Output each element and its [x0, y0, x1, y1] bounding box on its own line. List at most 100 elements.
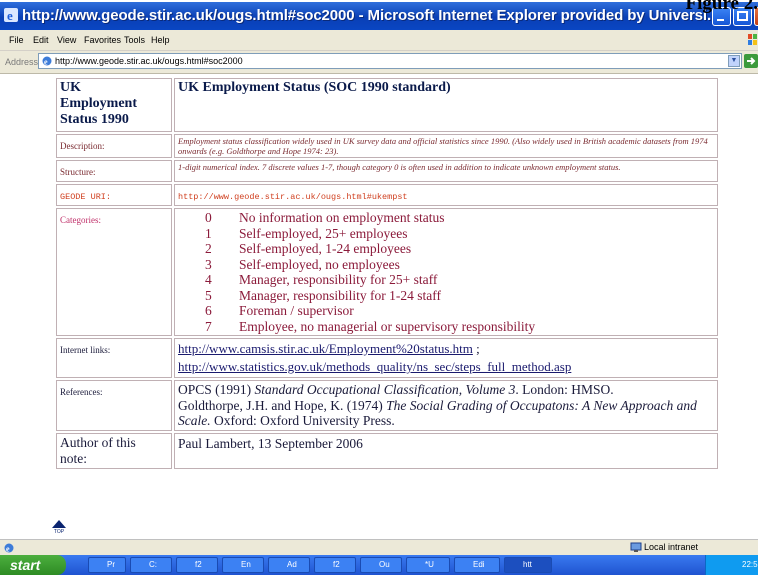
description-label: Description:	[60, 141, 105, 151]
structure-label-cell: Structure:	[56, 160, 172, 182]
category-label: No information on employment status	[239, 210, 445, 225]
address-dropdown[interactable]: ▼	[728, 55, 740, 67]
category-label: Employee, no managerial or supervisory r…	[239, 318, 536, 334]
menu-file[interactable]: File	[9, 35, 24, 45]
uri-label: GEODE URI:	[60, 192, 112, 202]
start-button[interactable]: start	[0, 555, 66, 575]
camsis-link[interactable]: http://www.camsis.stir.ac.uk/Employment%…	[178, 341, 473, 356]
address-bar: Address e http://www.geode.stir.ac.uk/ou…	[0, 51, 758, 74]
header-right-cell: UK Employment Status (SOC 1990 standard)	[174, 78, 718, 132]
category-label: Self-employed, 25+ employees	[239, 225, 408, 241]
table-row: Author of this note: Paul Lambert, 13 Se…	[56, 432, 718, 469]
category-row: 0 No information on employment status	[178, 210, 714, 226]
categories-cell: 0 No information on employment status 1 Se…	[174, 208, 718, 336]
category-row: 4 Manager, responsibility for 25+ staff	[178, 272, 714, 288]
category-label: Self-employed, no employees	[239, 256, 400, 272]
classification-table: UK Employment Status 1990 UK Employment …	[54, 76, 720, 471]
category-code: 7	[205, 318, 212, 334]
category-code: 5	[205, 287, 212, 303]
reference-author: Goldthorpe, J.H. and Hope, K. (1974)	[178, 397, 387, 413]
intranet-icon	[630, 542, 642, 552]
reference-title: Standard Occupational Classification, Vo…	[254, 382, 516, 397]
taskbar-item[interactable]: C:	[130, 557, 172, 573]
uri-cell: http://www.geode.stir.ac.uk/ougs.html#uk…	[174, 184, 718, 206]
references-cell: OPCS (1991) Standard Occupational Classi…	[174, 380, 718, 431]
category-code: 0	[205, 210, 212, 225]
svg-text:e: e	[6, 545, 10, 554]
reference-goldthorpe: Goldthorpe, J.H. and Hope, K. (1974) The…	[178, 398, 714, 429]
categories-label-cell: Categories:	[56, 208, 172, 336]
taskbar-item[interactable]: Ou	[360, 557, 402, 573]
window-title: http://www.geode.stir.ac.uk/ougs.html#so…	[22, 7, 712, 24]
structure-cell: 1-digit numerical index. 7 discrete valu…	[174, 160, 718, 182]
category-label: Manager, responsibility for 1-24 staff	[239, 287, 442, 303]
clock: 22:5	[742, 560, 758, 569]
menu-tools[interactable]: Tools	[124, 35, 145, 45]
taskbar-item[interactable]: Pr	[88, 557, 126, 573]
references-label-cell: References:	[56, 380, 172, 431]
figure-label: Figure 2.	[685, 0, 758, 14]
author-label: Author of this note:	[60, 434, 136, 466]
address-url: http://www.geode.stir.ac.uk/ougs.html#so…	[55, 56, 243, 66]
header-left: UK Employment Status 1990	[60, 80, 137, 127]
status-bar: e Local intranet	[0, 539, 758, 556]
links-label: Internet links:	[60, 345, 111, 355]
links-label-cell: Internet links:	[56, 338, 172, 378]
up-arrow-icon	[52, 520, 66, 528]
page-icon: e	[42, 56, 52, 66]
top-label: TOP	[53, 529, 65, 535]
category-row: 1 Self-employed, 25+ employees	[178, 226, 714, 242]
table-row: Internet links: http://www.camsis.stir.a…	[56, 338, 718, 378]
page-content[interactable]: UK Employment Status 1990 UK Employment …	[0, 74, 758, 555]
taskbar-item[interactable]: f2	[314, 557, 356, 573]
ons-link[interactable]: http://www.statistics.gov.uk/methods_qua…	[178, 359, 571, 374]
reference-publisher: . London: HMSO.	[515, 382, 614, 397]
table-row: Categories: 0 No information on employmen…	[56, 208, 718, 336]
description-label-cell: Description:	[56, 134, 172, 158]
references-label: References:	[60, 387, 103, 397]
page-status-icon: e	[4, 543, 14, 553]
category-label: Self-employed, 1-24 employees	[239, 241, 412, 256]
menu-favorites[interactable]: Favorites	[84, 35, 121, 45]
categories-label: Categories:	[60, 215, 101, 225]
menu-view[interactable]: View	[57, 35, 76, 45]
go-arrow-icon	[747, 57, 756, 65]
address-input[interactable]: e http://www.geode.stir.ac.uk/ougs.html#…	[38, 53, 742, 69]
link-separator: ;	[472, 341, 480, 356]
author-text: Paul Lambert, 13 September 2006	[178, 435, 363, 451]
structure-label: Structure:	[60, 167, 96, 177]
start-label: start	[10, 557, 41, 573]
category-code: 2	[205, 241, 212, 256]
windows-flag-icon	[748, 34, 757, 45]
taskbar-item[interactable]: Edi	[454, 557, 500, 573]
taskbar-item[interactable]: f2	[176, 557, 218, 573]
ie-icon: e	[4, 8, 18, 22]
author-label-cell: Author of this note:	[56, 432, 172, 469]
category-code: 6	[205, 303, 212, 318]
table-row: UK Employment Status 1990 UK Employment …	[56, 78, 718, 132]
category-code: 4	[205, 272, 212, 287]
header-left-cell: UK Employment Status 1990	[56, 78, 172, 132]
description-text: Employment status classification widely …	[178, 136, 708, 156]
taskbar-item[interactable]: Ad	[268, 557, 310, 573]
author-cell: Paul Lambert, 13 September 2006	[174, 432, 718, 469]
category-code: 1	[205, 225, 212, 241]
table-row: Structure: 1-digit numerical index. 7 di…	[56, 160, 718, 182]
uri-text: http://www.geode.stir.ac.uk/ougs.html#uk…	[178, 192, 408, 202]
taskbar-item-active[interactable]: htt	[504, 557, 552, 573]
taskbar-item[interactable]: *U	[406, 557, 450, 573]
category-row: 2 Self-employed, 1-24 employees	[178, 241, 714, 257]
uri-label-cell: GEODE URI:	[56, 184, 172, 206]
browser-window: e http://www.geode.stir.ac.uk/ougs.html#…	[0, 2, 758, 575]
links-cell: http://www.camsis.stir.ac.uk/Employment%…	[174, 338, 718, 378]
taskbar: start Pr C: f2 En Ad f2 Ou *U Edi htt 22…	[0, 555, 758, 575]
taskbar-item[interactable]: En	[222, 557, 264, 573]
go-button[interactable]	[744, 54, 758, 68]
menu-edit[interactable]: Edit	[33, 35, 49, 45]
svg-text:e: e	[44, 58, 48, 67]
svg-text:e: e	[7, 8, 13, 22]
menu-help[interactable]: Help	[151, 35, 170, 45]
menu-bar: File Edit View Favorites Tools Help	[0, 30, 758, 51]
title-bar[interactable]: e http://www.geode.stir.ac.uk/ougs.html#…	[0, 2, 758, 30]
category-row: 6 Foreman / supervisor	[178, 303, 714, 319]
